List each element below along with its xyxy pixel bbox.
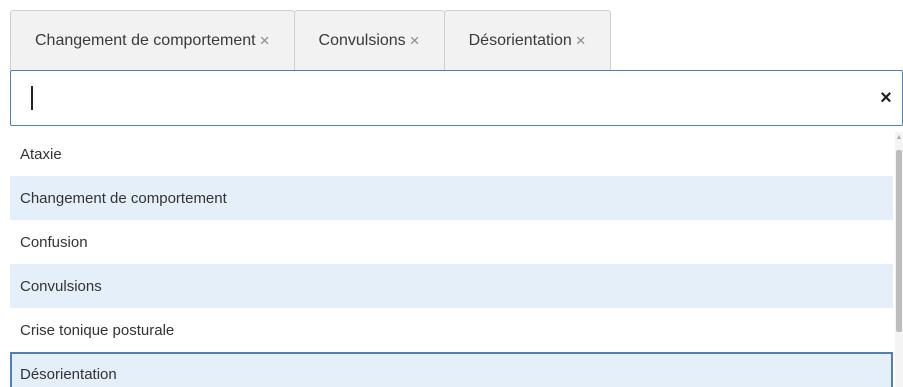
options-list: Ataxie Changement de comportement Confus… — [10, 132, 893, 387]
remove-tag-icon[interactable]: × — [410, 32, 420, 49]
multiselect-widget: Changement de comportement × Convulsions… — [0, 0, 903, 387]
tag-convulsions[interactable]: Convulsions × — [293, 10, 445, 70]
tag-label: Changement de comportement — [35, 31, 256, 49]
scroll-up-icon[interactable]: ▲ — [895, 134, 903, 142]
tag-label: Désorientation — [468, 31, 572, 49]
search-box: × — [10, 70, 903, 126]
tag-changement-de-comportement[interactable]: Changement de comportement × — [10, 10, 295, 70]
remove-tag-icon[interactable]: × — [260, 32, 270, 49]
clear-icon[interactable]: × — [874, 85, 898, 111]
scroll-thumb[interactable] — [896, 150, 902, 332]
option-confusion[interactable]: Confusion — [10, 220, 893, 264]
text-caret — [31, 86, 33, 110]
option-changement-de-comportement[interactable]: Changement de comportement — [10, 176, 893, 220]
tag-label: Convulsions — [318, 31, 406, 49]
scrollbar[interactable]: ▲ — [895, 132, 903, 387]
search-input[interactable] — [11, 71, 851, 125]
remove-tag-icon[interactable]: × — [576, 32, 586, 49]
selected-tags: Changement de comportement × Convulsions… — [10, 10, 611, 70]
option-convulsions[interactable]: Convulsions — [10, 264, 893, 308]
tag-desorientation[interactable]: Désorientation × — [443, 10, 611, 70]
option-crise-tonique-posturale[interactable]: Crise tonique posturale — [10, 308, 893, 352]
option-desorientation[interactable]: Désorientation — [10, 352, 893, 387]
option-ataxie[interactable]: Ataxie — [10, 132, 893, 176]
